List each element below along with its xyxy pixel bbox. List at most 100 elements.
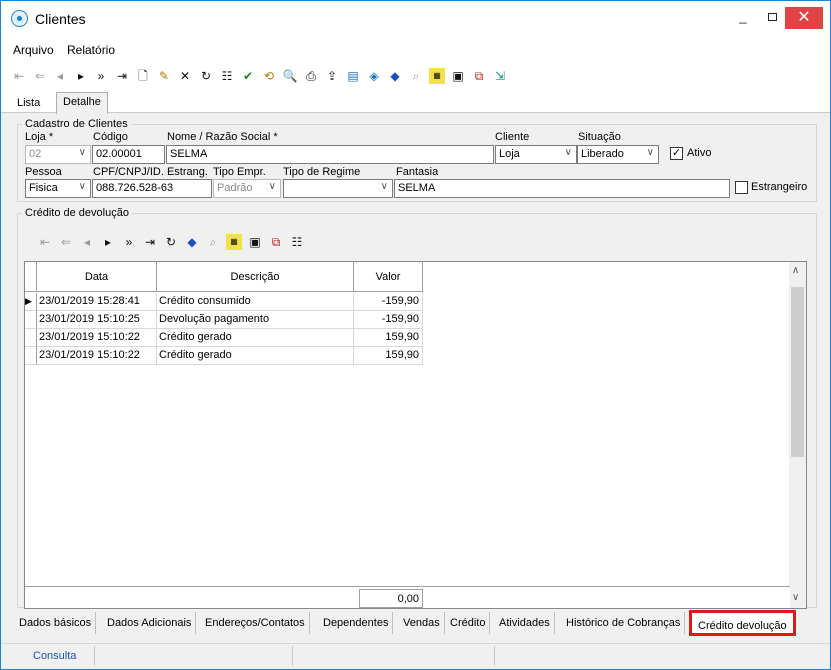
next-page-icon[interactable]: »: [93, 68, 109, 84]
cadastro-group-title: Cadastro de Clientes: [22, 118, 131, 130]
tab-dados-basicos[interactable]: Dados básicos: [15, 612, 97, 634]
export-icon[interactable]: ⇪: [324, 68, 340, 84]
chevron-down-icon: ∨: [380, 181, 388, 192]
tab-lista[interactable]: Lista: [11, 94, 46, 113]
tab-credito[interactable]: Crédito: [446, 612, 491, 634]
pessoa-value: Fisica: [29, 182, 58, 194]
cliente-value: Loja: [499, 148, 520, 160]
codigo-field[interactable]: 02.00001: [92, 145, 165, 164]
menu-arquivo[interactable]: Arquivo: [13, 43, 54, 57]
first-record-icon[interactable]: ⇤: [11, 68, 27, 84]
close-button[interactable]: ✕: [785, 7, 823, 29]
situacao-select[interactable]: Liberado ∨: [577, 145, 659, 164]
fantasia-field[interactable]: SELMA: [394, 179, 730, 198]
edit-icon[interactable]: ✎: [156, 68, 172, 84]
tipo-empr-select[interactable]: Padrão ∨: [213, 179, 281, 198]
minimize-button[interactable]: _: [729, 7, 757, 29]
refresh-icon[interactable]: ↻: [163, 234, 179, 250]
chevron-down-icon: ∨: [268, 181, 276, 192]
menu-relatorio[interactable]: Relatório: [67, 43, 115, 57]
tab-detalhe[interactable]: Detalhe: [56, 92, 108, 114]
scrollbar-thumb[interactable]: [791, 287, 804, 457]
tab-credito-devolucao[interactable]: Crédito devolução: [689, 610, 796, 636]
exit-icon[interactable]: ⇲: [492, 68, 508, 84]
last-record-icon[interactable]: ⇥: [142, 234, 158, 250]
status-mode: Consulta: [9, 646, 95, 666]
pessoa-select[interactable]: Fisica ∨: [25, 179, 91, 198]
preview-icon[interactable]: 🔍: [282, 68, 298, 84]
tab-dependentes[interactable]: Dependentes: [319, 612, 394, 634]
print-icon[interactable]: ⎙: [303, 68, 319, 84]
column-header-descricao[interactable]: Descrição: [157, 262, 354, 292]
tab-vendas[interactable]: Vendas: [399, 612, 445, 634]
grid-vertical-scrollbar[interactable]: ∧ ∨: [789, 262, 806, 608]
save-icon[interactable]: ▣: [247, 234, 263, 250]
copy-icon[interactable]: ⧉: [471, 68, 487, 84]
first-record-icon[interactable]: ⇤: [37, 234, 53, 250]
filter-icon[interactable]: ▦: [429, 68, 445, 84]
top-tabs: Lista Detalhe: [1, 91, 830, 114]
chevron-up-icon[interactable]: ∧: [792, 265, 799, 276]
properties-icon[interactable]: ☷: [289, 234, 305, 250]
loja-label: Loja *: [25, 131, 54, 143]
tipo-regime-select[interactable]: ∨: [283, 179, 393, 198]
tab-enderecos-contatos[interactable]: Endereços/Contatos: [201, 612, 310, 634]
properties-icon[interactable]: ☷: [219, 68, 235, 84]
estrangeiro-checkbox[interactable]: [735, 181, 748, 194]
tag-icon[interactable]: ◆: [387, 68, 403, 84]
ativo-label: Ativo: [687, 147, 712, 159]
next-record-icon[interactable]: ▸: [100, 234, 116, 250]
situacao-value: Liberado: [581, 148, 624, 160]
filter-icon[interactable]: ▦: [226, 234, 242, 250]
next-page-icon[interactable]: »: [121, 234, 137, 250]
previous-record-icon[interactable]: ◂: [52, 68, 68, 84]
cell-descricao: Crédito gerado: [157, 347, 354, 365]
confirm-icon[interactable]: ✔: [240, 68, 256, 84]
previous-page-icon[interactable]: ⇐: [58, 234, 74, 250]
save-icon[interactable]: ▣: [450, 68, 466, 84]
chevron-down-icon: ∨: [564, 147, 572, 158]
last-record-icon[interactable]: ⇥: [114, 68, 130, 84]
copy-icon[interactable]: ⧉: [268, 234, 284, 250]
filter-clear-icon[interactable]: ◈: [366, 68, 382, 84]
tag-icon[interactable]: ◆: [184, 234, 200, 250]
status-panel-3: [295, 646, 495, 666]
tab-historico-cobrancas[interactable]: Histórico de Cobranças: [562, 612, 686, 634]
table-row[interactable]: 23/01/2019 15:10:22 Crédito gerado 159,9…: [25, 347, 423, 365]
credito-grid: Data Descrição Valor ▶ 23/01/2019 15:28:…: [24, 261, 807, 609]
report-icon[interactable]: ▤: [345, 68, 361, 84]
column-header-valor[interactable]: Valor: [354, 262, 423, 292]
goto-icon[interactable]: ⌕: [205, 234, 221, 250]
ativo-checkbox[interactable]: ✓: [670, 147, 683, 160]
cell-valor: -159,90: [354, 293, 423, 311]
status-bar: Consulta: [1, 643, 830, 669]
total-valor: 0,00: [359, 589, 423, 608]
grid-footer: 0,00: [25, 586, 790, 608]
table-row[interactable]: ▶ 23/01/2019 15:28:41 Crédito consumido …: [25, 293, 423, 311]
table-row[interactable]: 23/01/2019 15:10:25 Devolução pagamento …: [25, 311, 423, 329]
previous-page-icon[interactable]: ⇐: [32, 68, 48, 84]
loja-select[interactable]: 02 ∨: [25, 145, 91, 164]
tipo-regime-label: Tipo de Regime: [283, 166, 361, 178]
next-record-icon[interactable]: ▸: [73, 68, 89, 84]
cliente-select[interactable]: Loja ∨: [495, 145, 577, 164]
app-icon: [11, 10, 28, 27]
tab-atividades[interactable]: Atividades: [495, 612, 555, 634]
cancel-icon[interactable]: ⟲: [261, 68, 277, 84]
delete-icon[interactable]: ✕: [177, 68, 193, 84]
nome-field[interactable]: SELMA: [166, 145, 494, 164]
cell-valor: -159,90: [354, 311, 423, 329]
goto-icon[interactable]: ⌕: [408, 68, 424, 84]
chevron-down-icon: ∨: [78, 147, 86, 158]
row-indicator: [25, 311, 37, 329]
cpf-field[interactable]: 088.726.528-63: [92, 179, 212, 198]
table-row[interactable]: 23/01/2019 15:10:22 Crédito gerado 159,9…: [25, 329, 423, 347]
previous-record-icon[interactable]: ◂: [79, 234, 95, 250]
maximize-button[interactable]: [758, 7, 786, 29]
tab-dados-adicionais[interactable]: Dados Adicionais: [103, 612, 197, 634]
new-document-icon[interactable]: 🗋: [135, 68, 151, 84]
column-header-data[interactable]: Data: [37, 262, 157, 292]
chevron-down-icon[interactable]: ∨: [792, 592, 799, 603]
refresh-icon[interactable]: ↻: [198, 68, 214, 84]
current-row-indicator-icon: ▶: [25, 293, 37, 311]
